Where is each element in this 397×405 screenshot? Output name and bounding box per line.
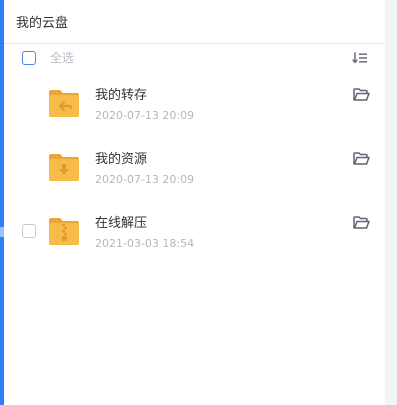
right-scroll-rail[interactable] [385, 0, 397, 405]
folder-transfer-icon [49, 90, 79, 117]
folder-resource-icon [49, 154, 79, 181]
file-date: 2020-07-13 20:09 [95, 173, 195, 186]
open-folder-icon[interactable] [353, 152, 370, 165]
left-accent-bar [0, 0, 4, 405]
select-all-label[interactable]: 全选 [50, 51, 74, 66]
panel-title: 我的云盘 [16, 16, 69, 31]
sort-descending-icon[interactable] [352, 52, 368, 64]
folder-zip-icon [49, 218, 79, 245]
open-folder-icon[interactable] [353, 216, 370, 229]
file-item-transfers[interactable]: 我的转存 2020-07-13 20:09 [4, 80, 385, 136]
open-folder-icon[interactable] [353, 88, 370, 101]
file-date: 2020-07-13 20:09 [95, 109, 195, 122]
file-item-resources[interactable]: 我的资源 2020-07-13 20:09 [4, 144, 385, 200]
file-name[interactable]: 在线解压 [95, 216, 147, 232]
select-all-checkbox[interactable] [22, 51, 36, 65]
file-name[interactable]: 我的资源 [95, 152, 147, 168]
file-date: 2021-03-03 18:54 [95, 237, 195, 250]
row-checkbox[interactable] [22, 224, 36, 238]
file-item-online-unzip[interactable]: 在线解压 2021-03-03 18:54 [4, 208, 385, 264]
file-name[interactable]: 我的转存 [95, 88, 147, 104]
title-divider [4, 43, 385, 44]
